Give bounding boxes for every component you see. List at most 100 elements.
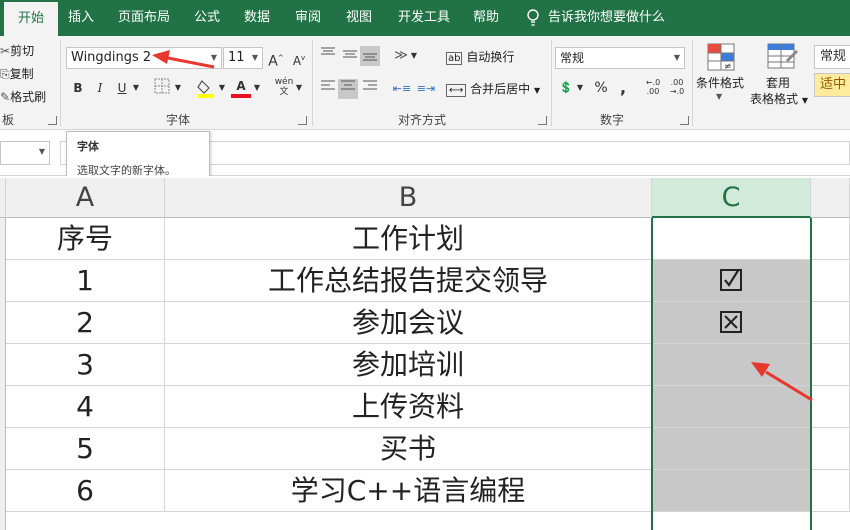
cell-c[interactable] <box>652 218 811 260</box>
cell-d[interactable] <box>811 218 850 260</box>
cell-b[interactable]: 参加培训 <box>165 344 652 386</box>
font-name-select[interactable]: Wingdings 2 ▼ <box>66 47 222 69</box>
cell-c[interactable] <box>652 302 811 344</box>
cell-a[interactable]: 5 <box>6 428 165 470</box>
decrease-indent-icon[interactable]: ⇤≡ <box>392 79 412 99</box>
name-box[interactable]: ▼ <box>0 141 50 165</box>
cell-c[interactable] <box>652 470 811 512</box>
cell-b[interactable]: 买书 <box>165 428 652 470</box>
alignment-launcher-icon[interactable] <box>538 116 547 125</box>
cell-a[interactable]: 4 <box>6 386 165 428</box>
tab-page-layout[interactable]: 页面布局 <box>108 0 180 36</box>
clipboard-launcher-icon[interactable] <box>48 116 57 125</box>
currency-icon[interactable]: 💲 <box>556 78 576 98</box>
chevron-down-icon[interactable]: ▼ <box>293 78 305 98</box>
bold-button[interactable]: B <box>68 78 88 98</box>
merge-center-button[interactable]: ⟷ 合并后居中 ▼ <box>446 80 540 97</box>
decrease-font-button[interactable]: Av <box>289 48 309 68</box>
cell-b[interactable]: 参加会议 <box>165 302 652 344</box>
align-left-icon[interactable] <box>318 79 338 99</box>
format-as-table-icon[interactable] <box>764 42 798 72</box>
chevron-down-icon[interactable]: ▼ <box>172 78 184 98</box>
cell-d[interactable] <box>811 344 850 386</box>
tab-developer[interactable]: 开发工具 <box>390 0 458 36</box>
cell-a[interactable]: 3 <box>6 344 165 386</box>
cell-c[interactable] <box>652 386 811 428</box>
style-normal[interactable]: 常规 <box>814 45 850 69</box>
cell-d[interactable] <box>811 302 850 344</box>
chevron-down-icon[interactable]: ▼ <box>574 78 586 98</box>
cell-d[interactable] <box>811 470 850 512</box>
cell-a[interactable]: 序号 <box>6 218 165 260</box>
underline-button[interactable]: U <box>112 78 132 98</box>
cell-a[interactable]: 1 <box>6 260 165 302</box>
column-header-c[interactable]: C <box>652 178 811 218</box>
align-right-icon[interactable] <box>360 79 380 99</box>
format-painter-button[interactable]: ✎格式刷 <box>0 88 46 105</box>
conditional-format-icon[interactable]: ≠ <box>704 42 738 72</box>
column-header-a[interactable]: A <box>6 178 165 218</box>
cell-b[interactable]: 上传资料 <box>165 386 652 428</box>
cell-a[interactable]: 6 <box>6 470 165 512</box>
chevron-down-icon[interactable]: ▼ <box>130 78 142 98</box>
phonetic-guide-button[interactable]: wén 文 <box>274 77 294 97</box>
font-color-button[interactable]: A <box>231 78 251 98</box>
comma-button[interactable]: , <box>613 78 633 98</box>
tab-home[interactable]: 开始 <box>4 2 58 36</box>
chevron-down-icon[interactable]: ▼ <box>716 92 722 101</box>
align-bottom-icon[interactable] <box>360 46 380 66</box>
tab-formulas[interactable]: 公式 <box>186 0 228 36</box>
tell-me-search[interactable]: 告诉我你想要做什么 <box>548 0 668 36</box>
wrap-text-button[interactable]: ab 自动换行 <box>446 48 514 65</box>
number-format-select[interactable]: 常规 ▼ <box>555 47 685 69</box>
crossed-box-icon <box>720 311 742 333</box>
tab-data[interactable]: 数据 <box>236 0 278 36</box>
align-middle-icon[interactable] <box>340 46 360 66</box>
format-as-table-label-2[interactable]: 表格格式 ▼ <box>750 90 808 107</box>
wrap-icon: ab <box>446 52 463 65</box>
cell-d[interactable] <box>811 260 850 302</box>
increase-decimal-icon[interactable]: ←.0.00 <box>642 78 664 98</box>
font-launcher-icon[interactable] <box>298 116 307 125</box>
chevron-down-icon: ▼ <box>251 53 258 62</box>
clipboard-group-label: 板 <box>1 113 14 127</box>
increase-font-button[interactable]: A^ <box>266 48 286 70</box>
number-launcher-icon[interactable] <box>680 116 689 125</box>
tab-view[interactable]: 视图 <box>338 0 380 36</box>
chevron-down-icon[interactable]: ▼ <box>251 78 263 98</box>
increase-indent-icon[interactable]: ≡⇥ <box>416 79 436 99</box>
cell-c[interactable] <box>652 344 811 386</box>
lightbulb-icon <box>526 9 540 27</box>
tab-insert[interactable]: 插入 <box>60 0 102 36</box>
cut-button[interactable]: ✂剪切 <box>0 42 34 59</box>
style-neutral[interactable]: 适中 <box>814 73 850 97</box>
chevron-down-icon[interactable]: ▼ <box>39 147 45 156</box>
tab-help[interactable]: 帮助 <box>465 0 507 36</box>
cell-c[interactable] <box>652 260 811 302</box>
divider <box>692 40 693 126</box>
copy-button[interactable]: ⎘复制 <box>0 65 34 82</box>
cell-a[interactable]: 2 <box>6 302 165 344</box>
align-top-icon[interactable] <box>318 46 338 66</box>
tab-review[interactable]: 审阅 <box>287 0 329 36</box>
column-header-d[interactable] <box>811 178 850 218</box>
fill-color-button[interactable] <box>196 78 216 98</box>
chevron-down-icon: ▼ <box>673 53 680 62</box>
cell-b[interactable]: 工作总结报告提交领导 <box>165 260 652 302</box>
column-header-b[interactable]: B <box>165 178 652 218</box>
cell-b[interactable]: 学习C++语言编程 <box>165 470 652 512</box>
cell-c[interactable] <box>652 428 811 470</box>
cell-d[interactable] <box>811 428 850 470</box>
italic-button[interactable]: I <box>90 78 110 98</box>
format-as-table-label-1[interactable]: 套用 <box>766 74 790 91</box>
decrease-decimal-icon[interactable]: .00 →.0 <box>666 78 688 98</box>
chevron-down-icon[interactable]: ▼ <box>408 46 420 66</box>
conditional-format-label[interactable]: 条件格式 <box>696 74 744 91</box>
borders-button[interactable] <box>152 78 172 98</box>
cell-d[interactable] <box>811 386 850 428</box>
align-center-icon[interactable] <box>338 79 358 99</box>
chevron-down-icon[interactable]: ▼ <box>216 78 228 98</box>
percent-button[interactable]: % <box>591 78 611 98</box>
cell-b[interactable]: 工作计划 <box>165 218 652 260</box>
font-size-select[interactable]: 11 ▼ <box>223 47 263 69</box>
